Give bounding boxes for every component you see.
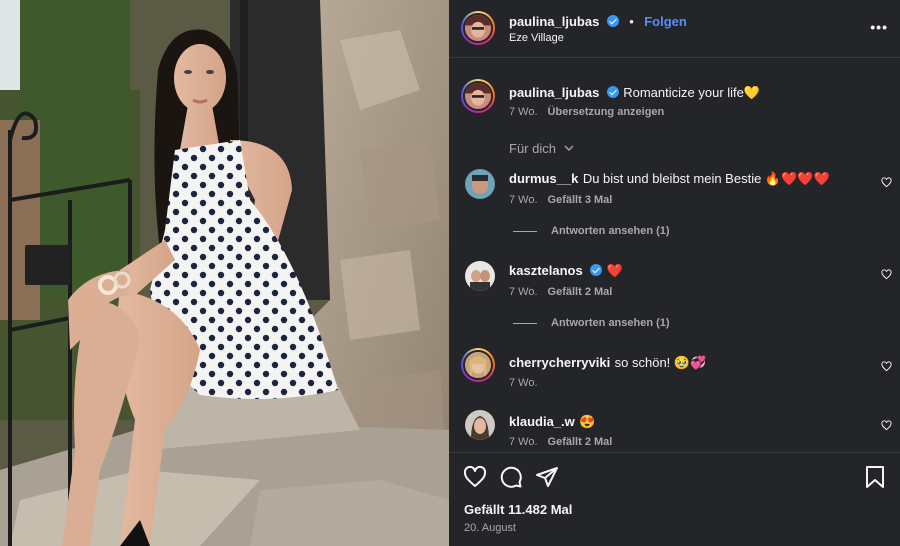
comment-username[interactable]: cherrycherryviki [509, 355, 610, 370]
separator-dot: • [629, 14, 634, 29]
comment-icon[interactable] [499, 465, 523, 489]
comment-like-heart-icon[interactable] [881, 420, 892, 431]
replies-divider [513, 322, 537, 324]
comment-row: klaudia_.w 😍 [509, 413, 869, 431]
comment-username[interactable]: kasztelanos [509, 263, 583, 278]
comment-sort-label: Für dich [509, 141, 556, 156]
chevron-down-icon [564, 145, 574, 151]
comment-meta: 7 Wo. Gefällt 3 Mal [509, 194, 612, 206]
comment-likes[interactable]: Gefällt 3 Mal [548, 194, 613, 206]
post-details-panel: paulina_ljubas • Folgen Eze Village ••• [449, 0, 900, 546]
caption-meta: 7 Wo. Übersetzung anzeigen [509, 106, 664, 118]
post-photo[interactable] [0, 0, 449, 546]
verified-icon [606, 86, 619, 98]
comment-avatar[interactable] [465, 169, 495, 199]
view-replies-button[interactable]: Antworten ansehen (1) [513, 317, 670, 329]
comment-row: durmus__k Du bist und bleibst mein Besti… [509, 170, 869, 188]
view-replies-label: Antworten ansehen (1) [551, 317, 670, 329]
header-title-row: paulina_ljubas • Folgen [509, 13, 687, 31]
comment-meta: 7 Wo. Gefällt 2 Mal [509, 436, 612, 448]
comments-list[interactable]: paulina_ljubas Romanticize your life💛 7 … [449, 58, 900, 452]
like-count[interactable]: Gefällt 11.482 Mal [464, 502, 572, 517]
comment-sort-dropdown[interactable]: Für dich [509, 141, 574, 156]
comment-like-heart-icon[interactable] [881, 361, 892, 372]
caption-text: Romanticize your life💛 [623, 85, 761, 100]
comment-time: 7 Wo. [509, 194, 538, 206]
instagram-post: paulina_ljubas • Folgen Eze Village ••• [0, 0, 900, 546]
comment-time: 7 Wo. [509, 436, 538, 448]
post-actions: Gefällt 11.482 Mal 20. August [449, 452, 900, 546]
post-photo-illustration [0, 0, 449, 546]
share-icon[interactable] [535, 465, 559, 489]
view-replies-label: Antworten ansehen (1) [551, 225, 670, 237]
comment-row: kasztelanos ❤️ [509, 262, 869, 280]
caption-row: paulina_ljubas Romanticize your life💛 [509, 84, 879, 102]
comment-avatar[interactable] [461, 348, 495, 382]
bookmark-icon[interactable] [864, 465, 886, 489]
author-avatar[interactable] [461, 11, 495, 45]
comment-time: 7 Wo. [509, 286, 538, 298]
post-location[interactable]: Eze Village [509, 32, 564, 44]
replies-divider [513, 230, 537, 232]
follow-button[interactable]: Folgen [644, 14, 687, 29]
comment-username[interactable]: klaudia_.w [509, 414, 575, 429]
comment-avatar-image [465, 410, 495, 440]
comment-avatar[interactable] [465, 410, 495, 440]
caption-avatar-image [465, 83, 491, 109]
view-replies-button[interactable]: Antworten ansehen (1) [513, 225, 670, 237]
verified-icon [590, 264, 603, 276]
author-avatar-image [465, 15, 491, 41]
comment-likes[interactable]: Gefällt 2 Mal [548, 436, 613, 448]
translate-button[interactable]: Übersetzung anzeigen [548, 106, 665, 118]
verified-icon [606, 15, 619, 27]
comment-text: so schön! 🥹💞 [614, 355, 707, 370]
comment-meta: 7 Wo. [509, 377, 538, 389]
comment-avatar[interactable] [465, 261, 495, 291]
heart-icon[interactable] [463, 465, 487, 489]
comment-like-heart-icon[interactable] [881, 269, 892, 280]
caption-avatar[interactable] [461, 79, 495, 113]
comment-avatar-image [465, 352, 491, 378]
post-header: paulina_ljubas • Folgen Eze Village ••• [449, 0, 900, 58]
caption-username[interactable]: paulina_ljubas [509, 85, 599, 100]
more-options-icon[interactable]: ••• [870, 19, 888, 35]
comment-avatar-image [465, 261, 495, 291]
comment-row: cherrycherryviki so schön! 🥹💞 [509, 354, 869, 372]
comment-time: 7 Wo. [509, 377, 538, 389]
caption-time: 7 Wo. [509, 106, 538, 118]
author-username[interactable]: paulina_ljubas [509, 14, 599, 29]
comment-avatar-image [465, 169, 495, 199]
comment-text: ❤️ [606, 263, 623, 278]
comment-username[interactable]: durmus__k [509, 171, 578, 186]
comment-likes[interactable]: Gefällt 2 Mal [548, 286, 613, 298]
comment-meta: 7 Wo. Gefällt 2 Mal [509, 286, 612, 298]
comment-like-heart-icon[interactable] [881, 177, 892, 188]
comment-text: 😍 [579, 414, 596, 429]
post-date: 20. August [464, 522, 516, 534]
comment-text: Du bist und bleibst mein Bestie 🔥❤️❤️❤️ [582, 171, 830, 186]
